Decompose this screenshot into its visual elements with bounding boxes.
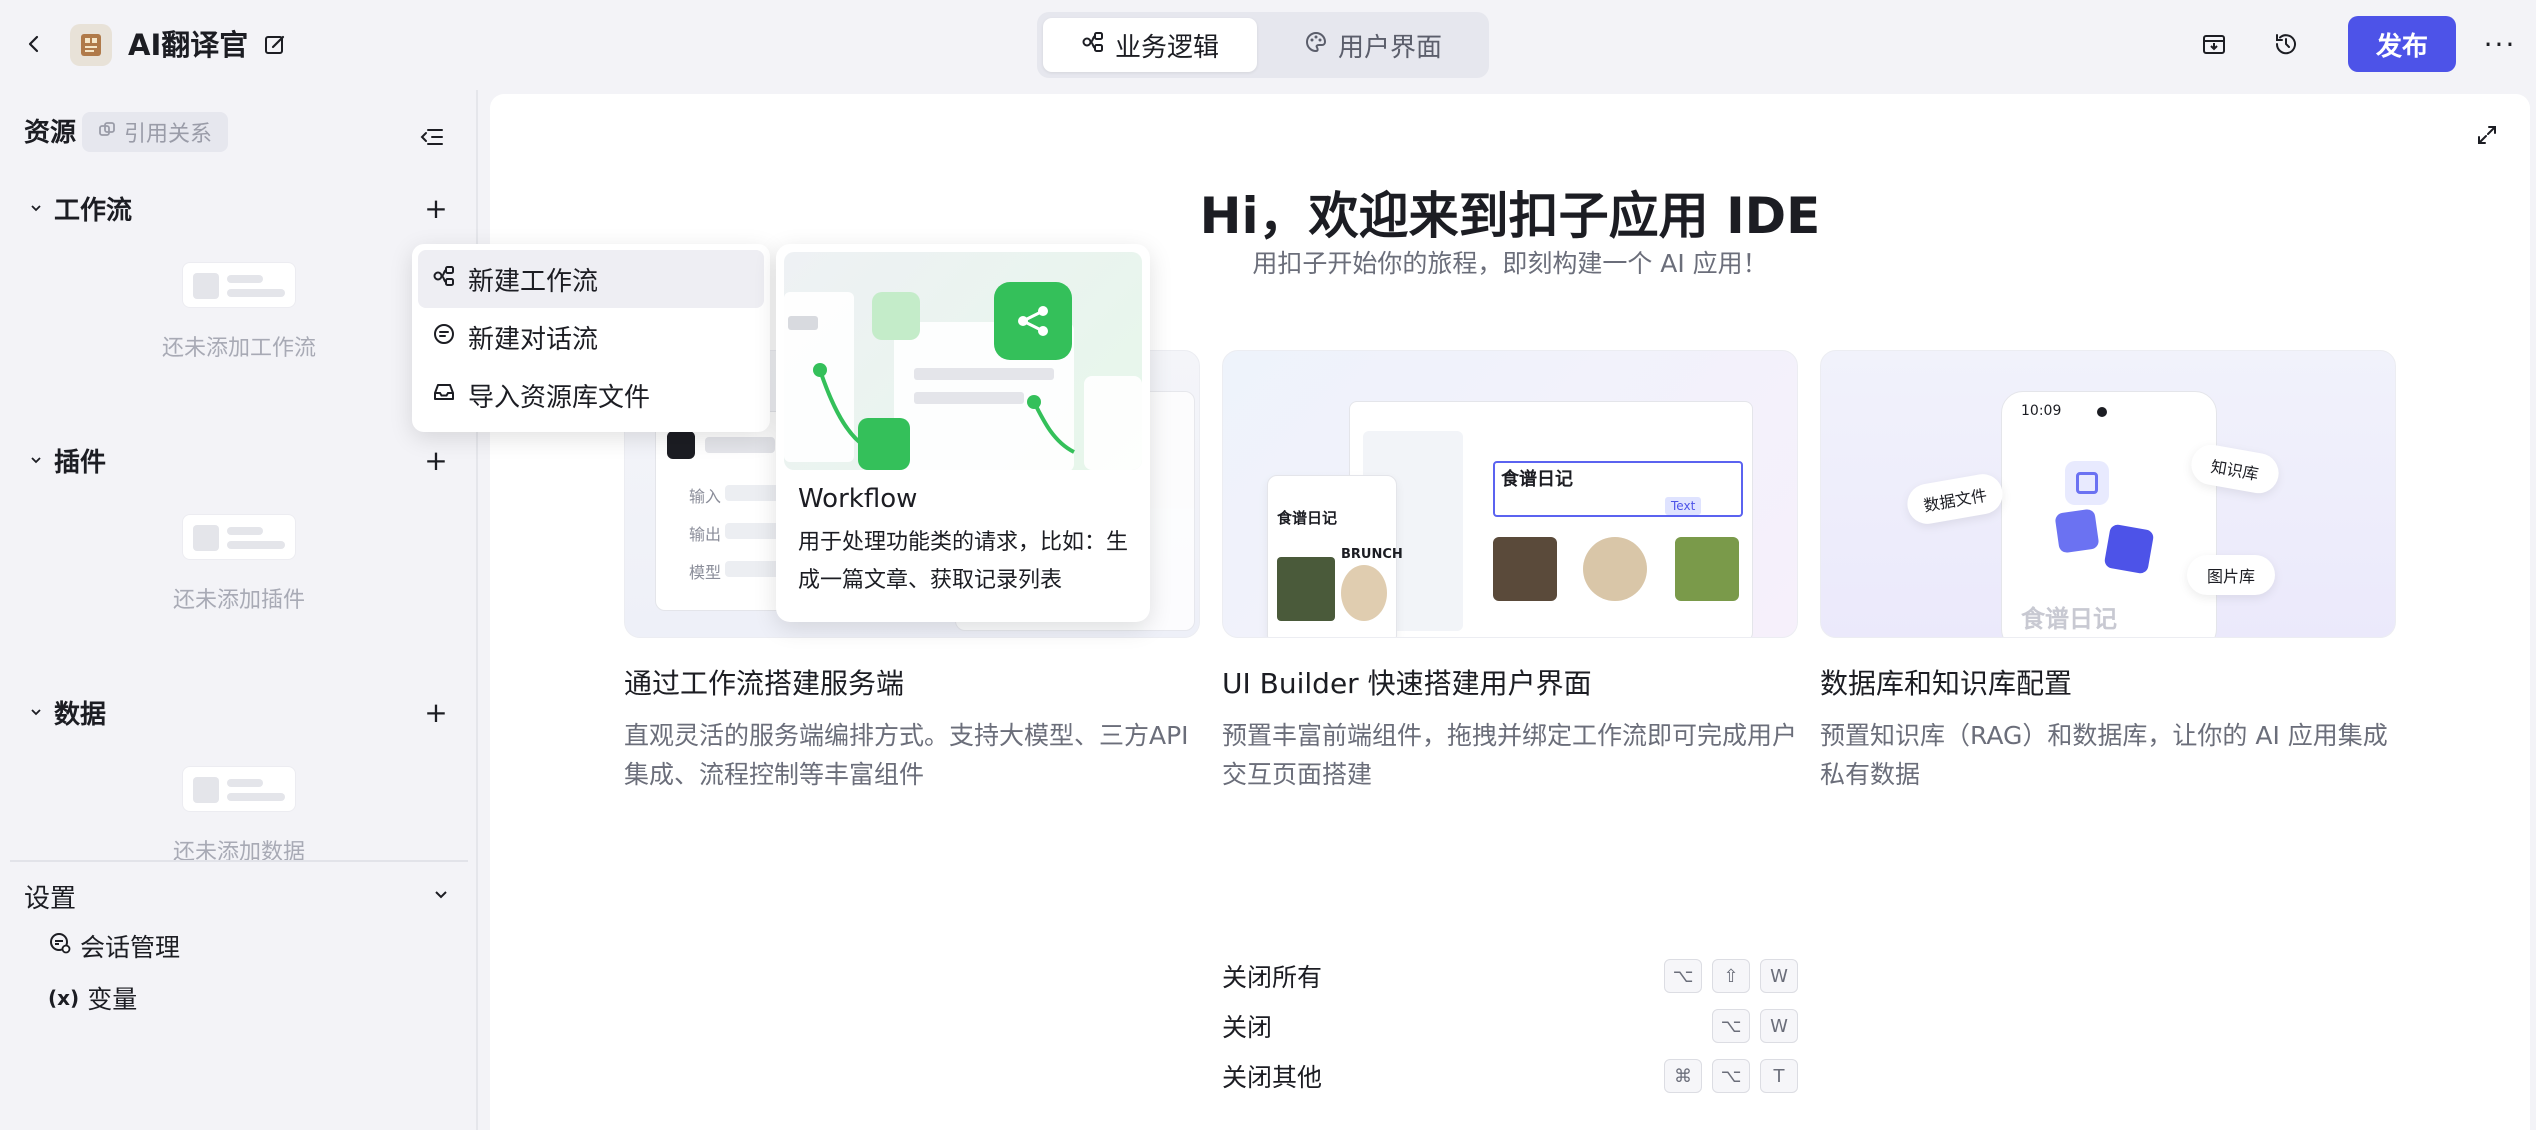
chat-manage-icon <box>48 931 72 961</box>
settings-item-label: 变量 <box>87 985 138 1014</box>
card-ui-builder-image[interactable]: 食谱日记 Text 食谱日记 BRUNCH <box>1222 350 1798 638</box>
chevron-down-icon <box>24 196 48 220</box>
card-desc: 预置丰富前端组件，拖拽并绑定工作流即可完成用户交互页面搭建 <box>1222 721 1798 789</box>
chatflow-icon <box>432 322 456 353</box>
settings-item-chat-manage[interactable]: 会话管理 <box>48 926 180 966</box>
card-title: UI Builder 快速搭建用户界面 <box>1222 667 1592 700</box>
app-avatar <box>70 24 112 66</box>
card1-model-label: 模型 <box>689 563 722 582</box>
expand-icon[interactable] <box>2470 118 2504 152</box>
empty-workflow-text: 还未添加工作流 <box>161 336 316 361</box>
section-label: 数据 <box>54 699 107 730</box>
mode-switch: 业务逻辑 用户界面 <box>1037 12 1489 78</box>
menu-item-import-library[interactable]: 导入资源库文件 <box>418 366 764 424</box>
menu-item-label: 新建对话流 <box>468 324 599 355</box>
tab-user-interface[interactable]: 用户界面 <box>1263 18 1483 72</box>
card2-recipe-title: 食谱日记 <box>1501 469 1573 490</box>
preview-title: Workflow <box>798 484 918 514</box>
menu-item-label: 导入资源库文件 <box>468 382 651 413</box>
add-workflow-menu: 新建工作流 新建对话流 导入资源库文件 <box>412 244 770 432</box>
inbox-icon <box>432 380 456 411</box>
shortcut-label: 关闭其他 <box>1222 1063 1323 1092</box>
menu-item-new-workflow[interactable]: 新建工作流 <box>418 250 764 308</box>
publish-button[interactable]: 发布 <box>2348 16 2456 72</box>
empty-plugin-text: 还未添加插件 <box>172 588 305 613</box>
shortcut-close-others: 关闭其他 ⌘ ⌥ T <box>1222 1056 1798 1096</box>
menu-item-new-chatflow[interactable]: 新建对话流 <box>418 308 764 366</box>
key: W <box>1760 959 1798 993</box>
tab-business-logic[interactable]: 业务逻辑 <box>1043 18 1257 72</box>
card-desc: 预置知识库（RAG）和数据库，让你的 AI 应用集成私有数据 <box>1820 721 2388 789</box>
empty-illustration <box>182 262 296 308</box>
card2-brunch-label: BRUNCH <box>1341 547 1403 562</box>
key: ⌥ <box>1664 959 1702 993</box>
card2-text-tag: Text <box>1665 497 1702 515</box>
history-icon[interactable] <box>2268 26 2304 62</box>
settings-item-variable[interactable]: (x) 变量 <box>48 978 137 1018</box>
shortcut-close: 关闭 ⌥ W <box>1222 1006 1798 1046</box>
section-workflow[interactable]: 工作流 + <box>24 188 454 228</box>
section-label: 工作流 <box>54 195 133 226</box>
card3-data-file-chip: 数据文件 <box>1904 470 2006 528</box>
card3-recipe-title: 食谱日记 <box>2021 605 2117 633</box>
reference-relations-label: 引用关系 <box>124 122 213 147</box>
edit-icon[interactable] <box>258 28 292 62</box>
chevron-down-icon <box>432 881 450 911</box>
preview-desc: 用于处理功能类的请求，比如：生成一篇文章、获取记录列表 <box>798 530 1129 593</box>
section-data[interactable]: 数据 + <box>24 692 454 732</box>
key: ⌥ <box>1712 1059 1750 1093</box>
key: ⌥ <box>1712 1009 1750 1043</box>
palette-icon <box>1304 30 1328 61</box>
welcome-title: Hi，欢迎来到扣子应用 IDE <box>1199 187 1821 245</box>
shortcut-label: 关闭所有 <box>1222 963 1323 992</box>
card1-output-label: 输出 <box>689 525 722 544</box>
card-database-image[interactable]: 10:09 食谱日记 数据文件 知识库 图片库 <box>1820 350 2396 638</box>
back-icon[interactable] <box>16 26 52 62</box>
chevron-down-icon <box>24 700 48 724</box>
section-plugin[interactable]: 插件 + <box>24 440 454 480</box>
card-desc: 直观灵活的服务端编排方式。支持大模型、三方API集成、流程控制等丰富组件 <box>624 721 1189 789</box>
shortcut-label: 关闭 <box>1222 1013 1273 1042</box>
key: ⇧ <box>1712 959 1750 993</box>
section-label: 插件 <box>54 447 107 478</box>
key: ⌘ <box>1664 1059 1702 1093</box>
workflow-icon <box>432 264 456 295</box>
divider <box>10 860 468 862</box>
sidebar-title: 资源 <box>24 118 77 148</box>
link-icon <box>98 120 116 145</box>
card-title: 数据库和知识库配置 <box>1820 667 2073 700</box>
workflow-preview-card: Workflow 用于处理功能类的请求，比如：生成一篇文章、获取记录列表 <box>776 244 1150 622</box>
more-icon[interactable]: ··· <box>2480 26 2520 62</box>
card3-time: 10:09 <box>2021 403 2062 419</box>
tab-label: 用户界面 <box>1337 32 1442 63</box>
top-bar: AI翻译官 业务逻辑 用户界面 发布 ··· <box>0 0 2536 90</box>
menu-item-label: 新建工作流 <box>468 266 599 297</box>
settings-item-label: 会话管理 <box>80 933 181 962</box>
add-workflow-icon[interactable]: + <box>418 190 454 226</box>
add-data-icon[interactable]: + <box>418 694 454 730</box>
card1-input-label: 输入 <box>689 487 722 506</box>
variable-icon: (x) <box>48 986 80 1010</box>
app-title: AI翻译官 <box>128 28 249 62</box>
tab-label: 业务逻辑 <box>1114 32 1219 63</box>
workflow-icon <box>1081 30 1105 61</box>
card2-phone-title: 食谱日记 <box>1277 509 1338 527</box>
archive-icon[interactable] <box>2196 26 2232 62</box>
empty-illustration <box>182 514 296 560</box>
empty-illustration <box>182 766 296 812</box>
key: W <box>1760 1009 1798 1043</box>
card-title: 通过工作流搭建服务端 <box>624 667 905 700</box>
settings-title: 设置 <box>24 883 77 914</box>
collapse-sidebar-icon[interactable] <box>414 122 450 152</box>
resource-sidebar: 资源 引用关系 工作流 + 还未添加工作流 插件 + 还未添加插件 数据 + 还… <box>0 90 478 1130</box>
shortcut-close-all: 关闭所有 ⌥ ⇧ W <box>1222 956 1798 996</box>
chevron-down-icon <box>24 448 48 472</box>
reference-relations-button[interactable]: 引用关系 <box>82 112 229 152</box>
add-plugin-icon[interactable]: + <box>418 442 454 478</box>
settings-header[interactable]: 设置 <box>24 876 454 916</box>
card3-image-lib-chip: 图片库 <box>2187 555 2276 595</box>
key: T <box>1760 1059 1798 1093</box>
workflow-preview-image <box>784 252 1142 470</box>
